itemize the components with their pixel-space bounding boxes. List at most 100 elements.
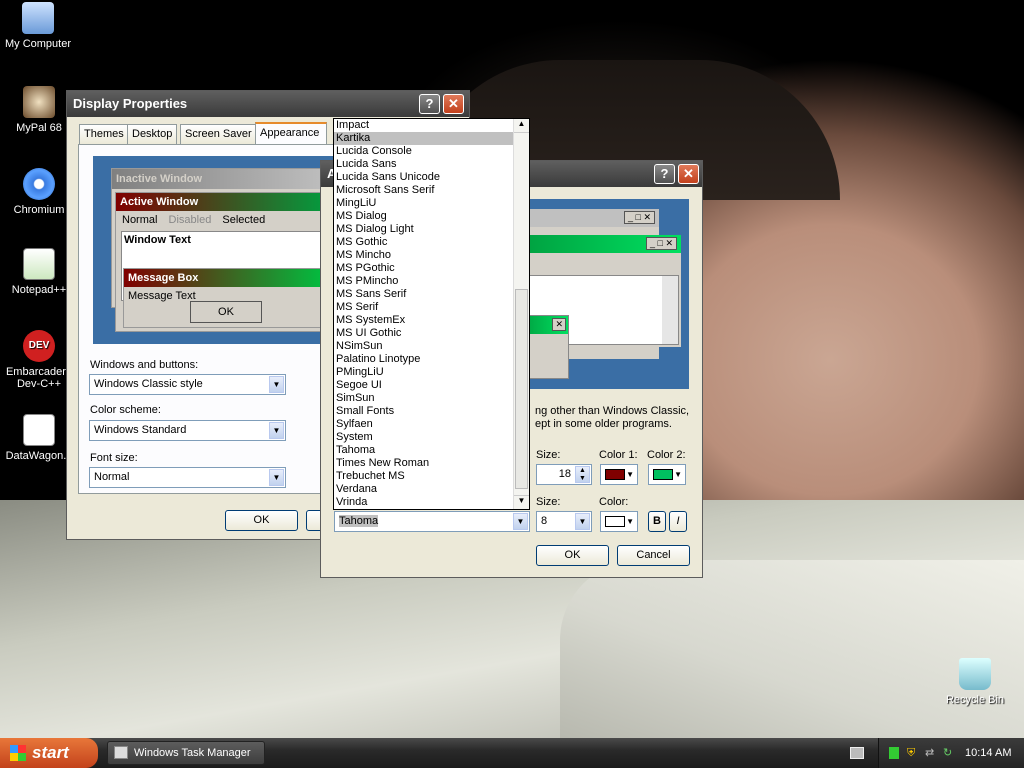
scroll-up-icon[interactable]: ▲	[514, 119, 529, 133]
help-button[interactable]: ?	[419, 94, 440, 114]
size2-select[interactable]: 8 ▼	[536, 511, 592, 532]
taskbar: start Windows Task Manager ⛨ ⇄ ↻ 10:14 A…	[0, 738, 1024, 768]
font-list-item[interactable]: Impact	[334, 119, 529, 132]
battery-icon[interactable]	[889, 747, 899, 759]
font-list-item[interactable]: MingLiU	[334, 197, 529, 210]
font-list-item[interactable]: Microsoft Sans Serif	[334, 184, 529, 197]
display-properties-titlebar[interactable]: Display Properties ? ✕	[67, 91, 469, 117]
chevron-down-icon: ▼	[626, 517, 634, 526]
notepadpp-icon	[23, 248, 55, 280]
advanced-cancel-button[interactable]: Cancel	[617, 545, 690, 566]
start-button[interactable]: start	[0, 738, 98, 768]
chromium-icon	[23, 168, 55, 200]
font-list-item[interactable]: PMingLiU	[334, 366, 529, 379]
font-list-item[interactable]: MS Sans Serif	[334, 288, 529, 301]
scroll-down-icon[interactable]: ▼	[514, 495, 529, 509]
font-list-item[interactable]: MS UI Gothic	[334, 327, 529, 340]
font-list-item[interactable]: MS Mincho	[334, 249, 529, 262]
italic-button[interactable]: I	[669, 511, 687, 532]
font-list-item[interactable]: System	[334, 431, 529, 444]
font-list-item[interactable]: MS SystemEx	[334, 314, 529, 327]
font-list-item[interactable]: Sylfaen	[334, 418, 529, 431]
clock[interactable]: 10:14 AM	[965, 738, 1011, 768]
font-list-item[interactable]: Segoe UI	[334, 379, 529, 392]
close-icon: ✕	[552, 318, 566, 331]
font-list-item[interactable]: MS Dialog Light	[334, 223, 529, 236]
advanced-preview: _ □ ✕ _ □ ✕ ✕	[521, 199, 689, 389]
font-list-item[interactable]: MS PMincho	[334, 275, 529, 288]
preview-ok-button: OK	[190, 301, 262, 323]
color-scheme-label: Color scheme:	[90, 404, 161, 416]
system-tray: ⛨ ⇄ ↻ 10:14 AM	[878, 738, 1024, 768]
font-select[interactable]: Tahoma ▼	[334, 511, 530, 532]
font-list-item[interactable]: Verdana	[334, 483, 529, 496]
window-controls-icon: _ □ ✕	[624, 211, 655, 224]
font-list-item[interactable]: SimSun	[334, 392, 529, 405]
font-list-item[interactable]: Times New Roman	[334, 457, 529, 470]
keyboard-icon[interactable]	[850, 747, 864, 759]
wallpaper-collar	[560, 560, 1024, 740]
display-ok-button[interactable]: OK	[225, 510, 298, 531]
font-list-items: Impact Kartika Lucida Console Lucida Sans Lu…	[334, 119, 529, 509]
color1-picker[interactable]: ▼	[600, 464, 638, 485]
windows-logo-icon	[10, 745, 26, 761]
font-list-item[interactable]: Vrinda	[334, 496, 529, 509]
font-list-item[interactable]: MS PGothic	[334, 262, 529, 275]
desktop-icon-my-computer[interactable]: My Computer	[0, 2, 78, 50]
chevron-down-icon: ▼	[674, 470, 682, 479]
color2-label: Color 2:	[647, 449, 686, 461]
font-list-item[interactable]: Lucida Console	[334, 145, 529, 158]
taskbar-item-task-manager[interactable]: Windows Task Manager	[107, 741, 265, 765]
font-dropdown-list[interactable]: Impact Kartika Lucida Console Lucida Sans Lu…	[333, 118, 530, 510]
close-button[interactable]: ✕	[443, 94, 464, 114]
tab-desktop[interactable]: Desktop	[127, 124, 178, 144]
security-shield-icon[interactable]: ⛨	[907, 738, 915, 768]
font-size-select[interactable]: Normal ▼	[89, 467, 286, 488]
tab-appearance[interactable]: Appearance	[255, 122, 327, 145]
color2-swatch	[653, 469, 673, 480]
font-color-picker[interactable]: ▼	[600, 511, 638, 532]
color-scheme-select[interactable]: Windows Standard ▼	[89, 420, 286, 441]
color2-picker[interactable]: ▼	[648, 464, 686, 485]
preview-message-box: Message Box Message Text OK	[123, 268, 327, 328]
font-list-item[interactable]: NSimSun	[334, 340, 529, 353]
font-list-item[interactable]: Kartika	[334, 132, 529, 145]
sync-icon[interactable]: ↻	[943, 738, 952, 768]
windows-buttons-select[interactable]: Windows Classic style ▼	[89, 374, 286, 395]
color1-label: Color 1:	[599, 449, 638, 461]
advanced-ok-button[interactable]: OK	[536, 545, 609, 566]
network-icon[interactable]: ⇄	[925, 738, 934, 768]
chevron-down-icon: ▼	[575, 513, 590, 530]
tab-themes[interactable]: Themes	[79, 124, 129, 144]
dropdown-scrollbar[interactable]: ▲ ▼	[513, 119, 529, 509]
font-list-item[interactable]: MS Gothic	[334, 236, 529, 249]
font-color-swatch	[605, 516, 625, 527]
font-list-item[interactable]: Small Fonts	[334, 405, 529, 418]
font-list-item[interactable]: Tahoma	[334, 444, 529, 457]
help-button[interactable]: ?	[654, 164, 675, 184]
font-list-item[interactable]: Lucida Sans Unicode	[334, 171, 529, 184]
font-list-item[interactable]: Lucida Sans	[334, 158, 529, 171]
color1-swatch	[605, 469, 625, 480]
document-icon	[23, 414, 55, 446]
computer-icon	[22, 2, 54, 34]
desktop-icon-recycle-bin[interactable]: Recycle Bin	[935, 658, 1015, 706]
bold-button[interactable]: B	[648, 511, 666, 532]
font-list-item[interactable]: MS Serif	[334, 301, 529, 314]
chevron-down-icon: ▼	[626, 470, 634, 479]
size-spinner[interactable]: 18 ▲ ▼	[536, 464, 592, 485]
tab-screen-saver[interactable]: Screen Saver	[180, 124, 257, 144]
spinner-icon[interactable]: ▲ ▼	[575, 466, 590, 483]
size-label: Size:	[536, 449, 561, 461]
preview-menu-selected: Selected	[222, 214, 266, 226]
scroll-thumb[interactable]	[515, 289, 528, 489]
font-size-label: Font size:	[90, 452, 138, 464]
close-button[interactable]: ✕	[678, 164, 699, 184]
chevron-down-icon: ▼	[513, 513, 528, 530]
font-list-item[interactable]: Palatino Linotype	[334, 353, 529, 366]
font-list-item[interactable]: MS Dialog	[334, 210, 529, 223]
recycle-bin-icon	[959, 658, 991, 690]
appearance-preview: Inactive Window Active Window Normal Dis…	[93, 156, 333, 344]
preview-scrollbar	[662, 276, 678, 344]
font-list-item[interactable]: Trebuchet MS	[334, 470, 529, 483]
